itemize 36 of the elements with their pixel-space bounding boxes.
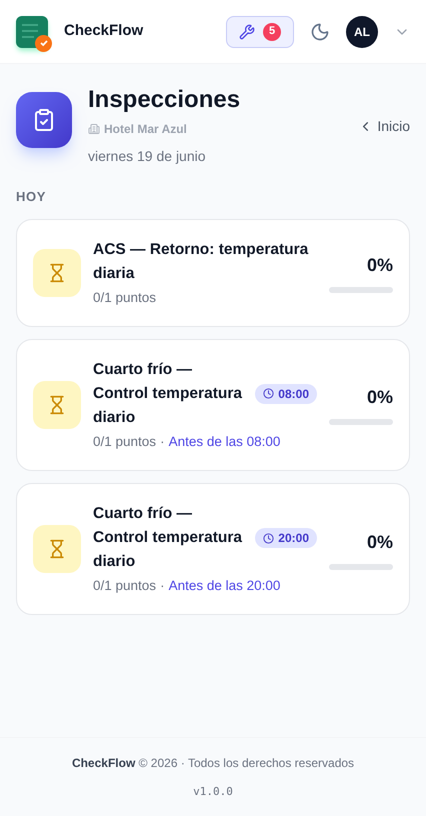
time-badge: 08:00 [255, 384, 317, 404]
app-name: CheckFlow [64, 21, 144, 42]
separator-dot: · [160, 577, 165, 595]
hotel-name: Hotel Mar Azul [104, 121, 187, 138]
points-text: 0/1 puntos [93, 288, 156, 307]
inspection-title: Cuarto frío — Control temperatura diario [93, 360, 244, 428]
deadline-text: Antes de las 08:00 [168, 432, 280, 451]
inspection-title: Cuarto frío — Control temperatura diario [93, 504, 244, 572]
wrench-icon [239, 24, 255, 40]
progress-percent: 0% [366, 530, 393, 554]
version-text: v1.0.0 [193, 784, 233, 800]
hourglass-icon [33, 248, 81, 297]
inspection-card[interactable]: Cuarto frío — Control temperatura diario 08:00 0/1 puntos · Antes de las 08:00 0% [16, 338, 410, 471]
user-avatar[interactable]: AL [346, 16, 378, 48]
back-link[interactable]: Inicio [358, 116, 410, 137]
time-badge: 20:00 [255, 528, 317, 548]
tools-button[interactable]: 5 [226, 16, 294, 48]
footer-copyright: CheckFlow © 2026 · Todos los derechos reservados [72, 754, 354, 772]
inspection-card[interactable]: Cuarto frío — Control temperatura diario 20:00 0/1 puntos · Antes de las 20:00 0% [16, 483, 410, 616]
building-icon [88, 123, 100, 135]
hourglass-icon [33, 380, 81, 429]
separator-dot: · [160, 432, 165, 451]
date-text: viernes 19 de junio [88, 147, 207, 166]
clipboard-icon [16, 92, 72, 148]
section-heading: HOY [16, 188, 46, 206]
points-text: 0/1 puntos [93, 577, 156, 595]
moon-icon [310, 22, 330, 42]
tools-count-badge: 5 [263, 22, 281, 40]
page-title: Inspecciones [88, 85, 242, 115]
points-text: 0/1 puntos [93, 432, 156, 451]
progress-percent: 0% [366, 254, 393, 278]
progress-percent: 0% [366, 386, 393, 410]
deadline-text: Antes de las 20:00 [168, 577, 280, 595]
inspection-card[interactable]: ACS — Retorno: temperatura diaria 0/1 puntos 0% [16, 218, 410, 327]
inspection-title: ACS — Retorno: temperatura diaria [93, 240, 310, 284]
hourglass-icon [33, 525, 81, 574]
